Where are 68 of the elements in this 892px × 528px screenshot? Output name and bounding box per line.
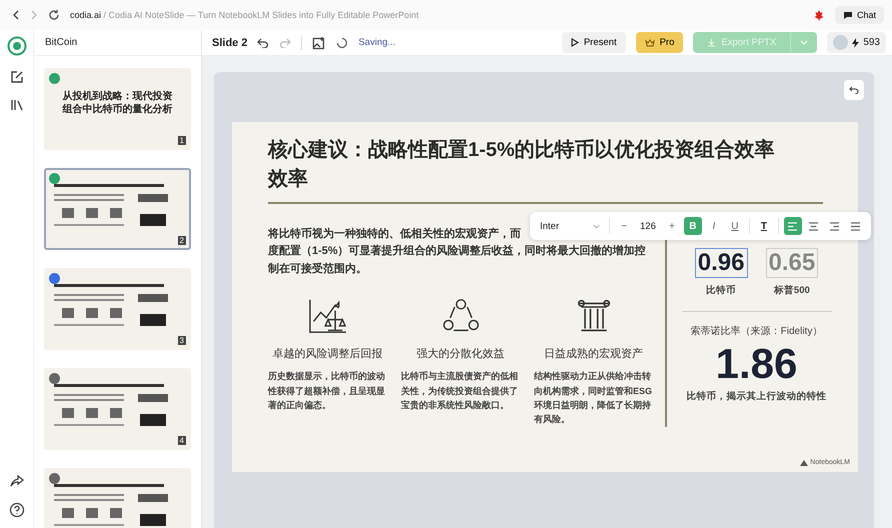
- edit-icon[interactable]: [10, 70, 24, 84]
- decrease-button[interactable]: −: [615, 217, 634, 235]
- play-icon: [570, 38, 579, 47]
- image-icon[interactable]: [312, 36, 326, 50]
- slide-thumbnail[interactable]: [44, 468, 191, 528]
- justify-icon: [850, 222, 862, 230]
- increase-button[interactable]: +: [662, 217, 681, 235]
- stat-value[interactable]: 0.96: [694, 248, 748, 278]
- ratio-title: 索蒂诺比率（来源：Fidelity）: [690, 324, 822, 338]
- chart-scale-icon: [308, 298, 348, 334]
- align-left-button[interactable]: [784, 217, 802, 235]
- ratio-value: 1.86: [716, 340, 798, 388]
- intro-text: 将比特币视为一种独特的、低相关性的宏观资产，而: [268, 228, 521, 240]
- help-icon[interactable]: [8, 502, 24, 518]
- font-size-field[interactable]: 126: [636, 220, 660, 232]
- spinner-icon: [336, 36, 348, 48]
- feature-text: 结构性驱动力正从供给冲击转向机构需求，同时监管和ESG环境日益明朗，降低了长期持有风险。: [534, 370, 653, 426]
- align-center-icon: [808, 222, 820, 230]
- color-button[interactable]: T: [754, 217, 773, 235]
- italic-button[interactable]: I: [704, 217, 723, 235]
- undo-icon: [849, 86, 859, 94]
- feature-title: 日益成熟的宏观资产: [544, 346, 643, 362]
- project-name: BitCoin: [45, 37, 78, 48]
- stat-label: 比特币: [706, 284, 736, 297]
- crown-icon: [644, 38, 655, 46]
- slide-heading: 核心建议：战略性配置1-5%的比特币以优化投资组合效率效率: [268, 138, 776, 192]
- credits-badge[interactable]: 593: [827, 32, 886, 53]
- intro-text: 度配置（1-5%）可显著提升组合的风险调整后收益，同时将最大回撤的增加控制在可接受范围内。: [268, 244, 647, 277]
- leaf-icon: [812, 9, 825, 21]
- slide-title: Slide 2: [212, 36, 248, 48]
- slide-number: 2: [178, 236, 186, 245]
- avatar: [833, 35, 848, 50]
- logo-icon: [800, 460, 808, 466]
- download-icon: [707, 38, 716, 47]
- underline-button[interactable]: U: [726, 217, 744, 235]
- feature-text: 历史数据显示，比特币的波动性获得了超额补偿，且呈现显著的正向偏态。: [268, 370, 386, 412]
- slide-number: 4: [178, 436, 186, 445]
- chat-button[interactable]: Chat: [834, 6, 884, 24]
- font-select[interactable]: Inter: [536, 220, 604, 232]
- share-icon[interactable]: [10, 474, 24, 488]
- undo-button[interactable]: [844, 80, 864, 100]
- bolt-icon: [852, 38, 860, 48]
- slide-thumbnail[interactable]: 从投机到战略：现代投资组合中比特币的量化分析 1: [44, 68, 191, 150]
- slide-thumbnail[interactable]: 3: [44, 268, 191, 350]
- library-icon[interactable]: [10, 98, 24, 112]
- pro-button[interactable]: Pro: [636, 32, 684, 53]
- chat-icon: [842, 10, 853, 20]
- caret-icon: [593, 224, 600, 228]
- stat-label: 标普500: [774, 284, 810, 297]
- feature-title: 强大的分散化效益: [416, 347, 504, 362]
- save-status: Saving...: [358, 37, 396, 48]
- slide-thumbnail[interactable]: 2: [44, 168, 191, 250]
- align-left-icon: [787, 222, 798, 230]
- reload-icon[interactable]: [48, 9, 60, 21]
- slide-number: 3: [178, 336, 186, 345]
- feature-title: 卓越的风险调整后回报: [272, 347, 382, 362]
- slide-thumbnail[interactable]: 4: [44, 368, 191, 450]
- back-icon[interactable]: [12, 10, 20, 20]
- feature-text: 比特币与主流股债资产的低相关性，为传统投资组合提供了宝贵的非系统性风险敞口。: [401, 370, 519, 412]
- ratio-caption: 比特币，揭示其上行波动的特性: [686, 390, 826, 403]
- logo-icon[interactable]: [6, 36, 26, 56]
- align-right-icon: [829, 222, 840, 230]
- undo-icon[interactable]: [257, 38, 270, 48]
- address-bar[interactable]: codia.ai / Codia AI NoteSlide — Turn NotebookLM Slides into Fully Editable PowerPoint: [70, 10, 419, 20]
- caret-icon: [800, 40, 808, 45]
- thumbnail-title: 从投机到战略：现代投资组合中比特币的量化分析: [61, 90, 174, 116]
- slide-number: 1: [178, 136, 186, 145]
- present-button[interactable]: Present: [562, 32, 626, 53]
